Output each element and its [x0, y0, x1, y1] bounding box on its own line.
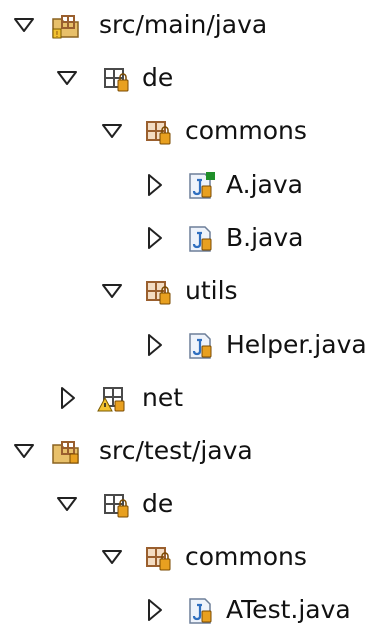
- twisty-expanded-icon[interactable]: [13, 12, 35, 38]
- tree-label: src/test/java: [99, 436, 253, 465]
- twisty-collapsed-icon[interactable]: [143, 225, 165, 251]
- tree-row-src-test-java[interactable]: src/test/java: [0, 426, 391, 478]
- java-file-icon: [185, 224, 217, 254]
- tree-row-net[interactable]: net: [0, 373, 391, 425]
- twisty-expanded-icon[interactable]: [56, 491, 78, 517]
- tree-label: commons: [185, 116, 307, 145]
- tree-label: utils: [185, 276, 238, 305]
- tree-label: de: [142, 63, 174, 92]
- twisty-expanded-icon[interactable]: [13, 438, 35, 464]
- tree-row-commons[interactable]: commons: [0, 106, 391, 158]
- package-icon: [143, 277, 175, 307]
- tree-row-utils[interactable]: utils: [0, 266, 391, 318]
- tree-label: net: [142, 383, 184, 412]
- tree-label: A.java: [226, 170, 303, 199]
- twisty-collapsed-icon[interactable]: [143, 597, 165, 623]
- package-icon: [101, 64, 133, 94]
- tree-label: Helper.java: [226, 330, 367, 359]
- tree-row-helper-java[interactable]: Helper.java: [0, 320, 391, 372]
- source-folder-icon: !: [50, 11, 82, 41]
- twisty-collapsed-icon[interactable]: [143, 332, 165, 358]
- twisty-expanded-icon[interactable]: [101, 278, 123, 304]
- tree-row-commons[interactable]: commons: [0, 532, 391, 584]
- tree-row-de[interactable]: de: [0, 53, 391, 105]
- package-icon: [143, 543, 175, 573]
- twisty-expanded-icon[interactable]: [101, 118, 123, 144]
- tree-row-a-java[interactable]: A.java: [0, 160, 391, 212]
- svg-text:!: !: [55, 30, 58, 39]
- tree-row-de[interactable]: de: [0, 479, 391, 531]
- twisty-expanded-icon[interactable]: [101, 544, 123, 570]
- package-warning-icon: [96, 384, 128, 414]
- tree-label: ATest.java: [226, 595, 351, 624]
- package-icon: [101, 490, 133, 520]
- tree-label: B.java: [226, 223, 304, 252]
- twisty-collapsed-icon[interactable]: [143, 172, 165, 198]
- package-explorer-tree: ! src/main/java de commons A.java B.java…: [0, 0, 391, 628]
- twisty-collapsed-icon[interactable]: [56, 385, 78, 411]
- tree-row-src-main-java[interactable]: ! src/main/java: [0, 0, 391, 52]
- tree-row-atest-java[interactable]: ATest.java: [0, 585, 391, 637]
- java-file-icon: [185, 171, 217, 201]
- tree-label: de: [142, 489, 174, 518]
- java-file-icon: [185, 596, 217, 626]
- package-icon: [143, 117, 175, 147]
- twisty-expanded-icon[interactable]: [56, 65, 78, 91]
- tree-label: src/main/java: [99, 10, 268, 39]
- java-file-icon: [185, 331, 217, 361]
- tree-label: commons: [185, 542, 307, 571]
- source-folder-icon: [50, 437, 82, 467]
- tree-row-b-java[interactable]: B.java: [0, 213, 391, 265]
